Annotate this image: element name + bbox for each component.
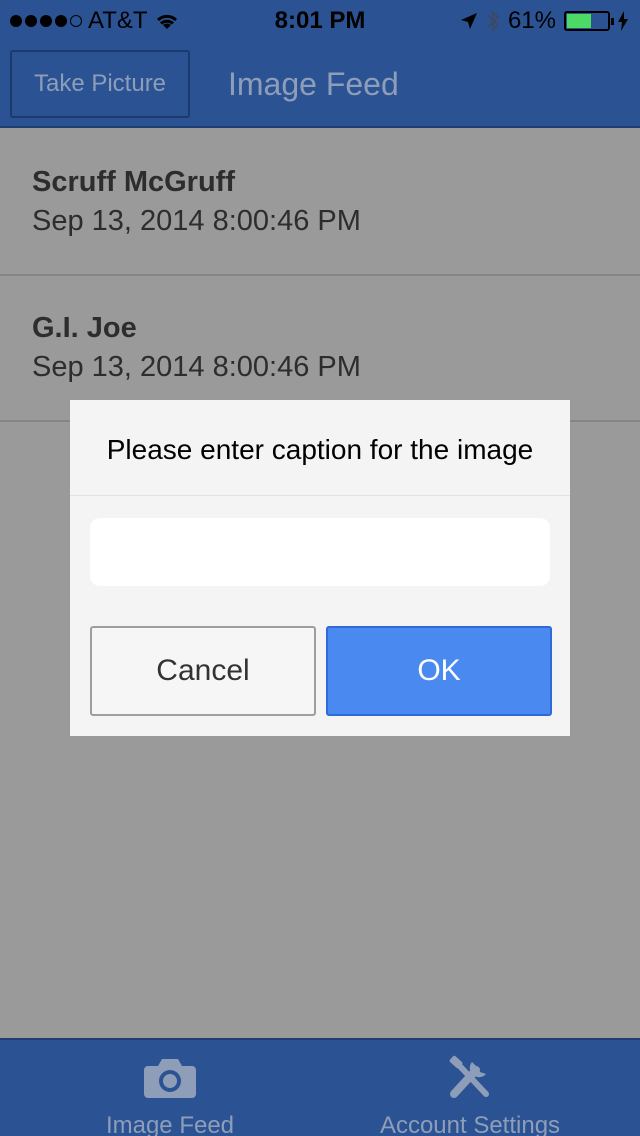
bluetooth-icon: [487, 9, 500, 33]
charging-bolt-icon: [618, 11, 628, 31]
battery-icon: [564, 11, 614, 31]
camera-icon: [144, 1059, 196, 1098]
tools-icon: [449, 1055, 489, 1098]
cancel-button[interactable]: Cancel: [90, 626, 316, 716]
caption-dialog: Please enter caption for the image Cance…: [70, 400, 570, 736]
tab-label: Account Settings: [379, 1112, 561, 1136]
item-name: G.I. Joe: [32, 312, 137, 344]
item-date: Sep 13, 2014 8:00:46 PM: [32, 205, 361, 237]
battery-percent: 61%: [507, 7, 556, 34]
status-right: 61%: [460, 7, 628, 35]
item-name: Scruff McGruff: [32, 166, 235, 198]
take-picture-button[interactable]: Take Picture: [10, 50, 190, 118]
tab-bar: Image Feed Account Settings: [0, 1038, 640, 1136]
dialog-title: Please enter caption for the image: [70, 400, 570, 496]
page-title: Image Feed: [228, 66, 399, 102]
tab-image-feed[interactable]: Image Feed: [10, 1040, 330, 1136]
nav-bar: Take Picture Image Feed: [0, 40, 640, 128]
status-bar: AT&T 8:01 PM 61%: [0, 0, 640, 40]
location-arrow-icon: [460, 13, 477, 29]
list-item[interactable]: Scruff McGruff Sep 13, 2014 8:00:46 PM: [0, 130, 640, 276]
item-date: Sep 13, 2014 8:00:46 PM: [32, 351, 361, 383]
tab-account-settings[interactable]: Account Settings: [310, 1040, 630, 1136]
image-feed-list: Scruff McGruff Sep 13, 2014 8:00:46 PM G…: [0, 130, 640, 422]
caption-input[interactable]: [90, 518, 550, 586]
tab-label: Image Feed: [105, 1112, 235, 1136]
ok-button[interactable]: OK: [326, 626, 552, 716]
